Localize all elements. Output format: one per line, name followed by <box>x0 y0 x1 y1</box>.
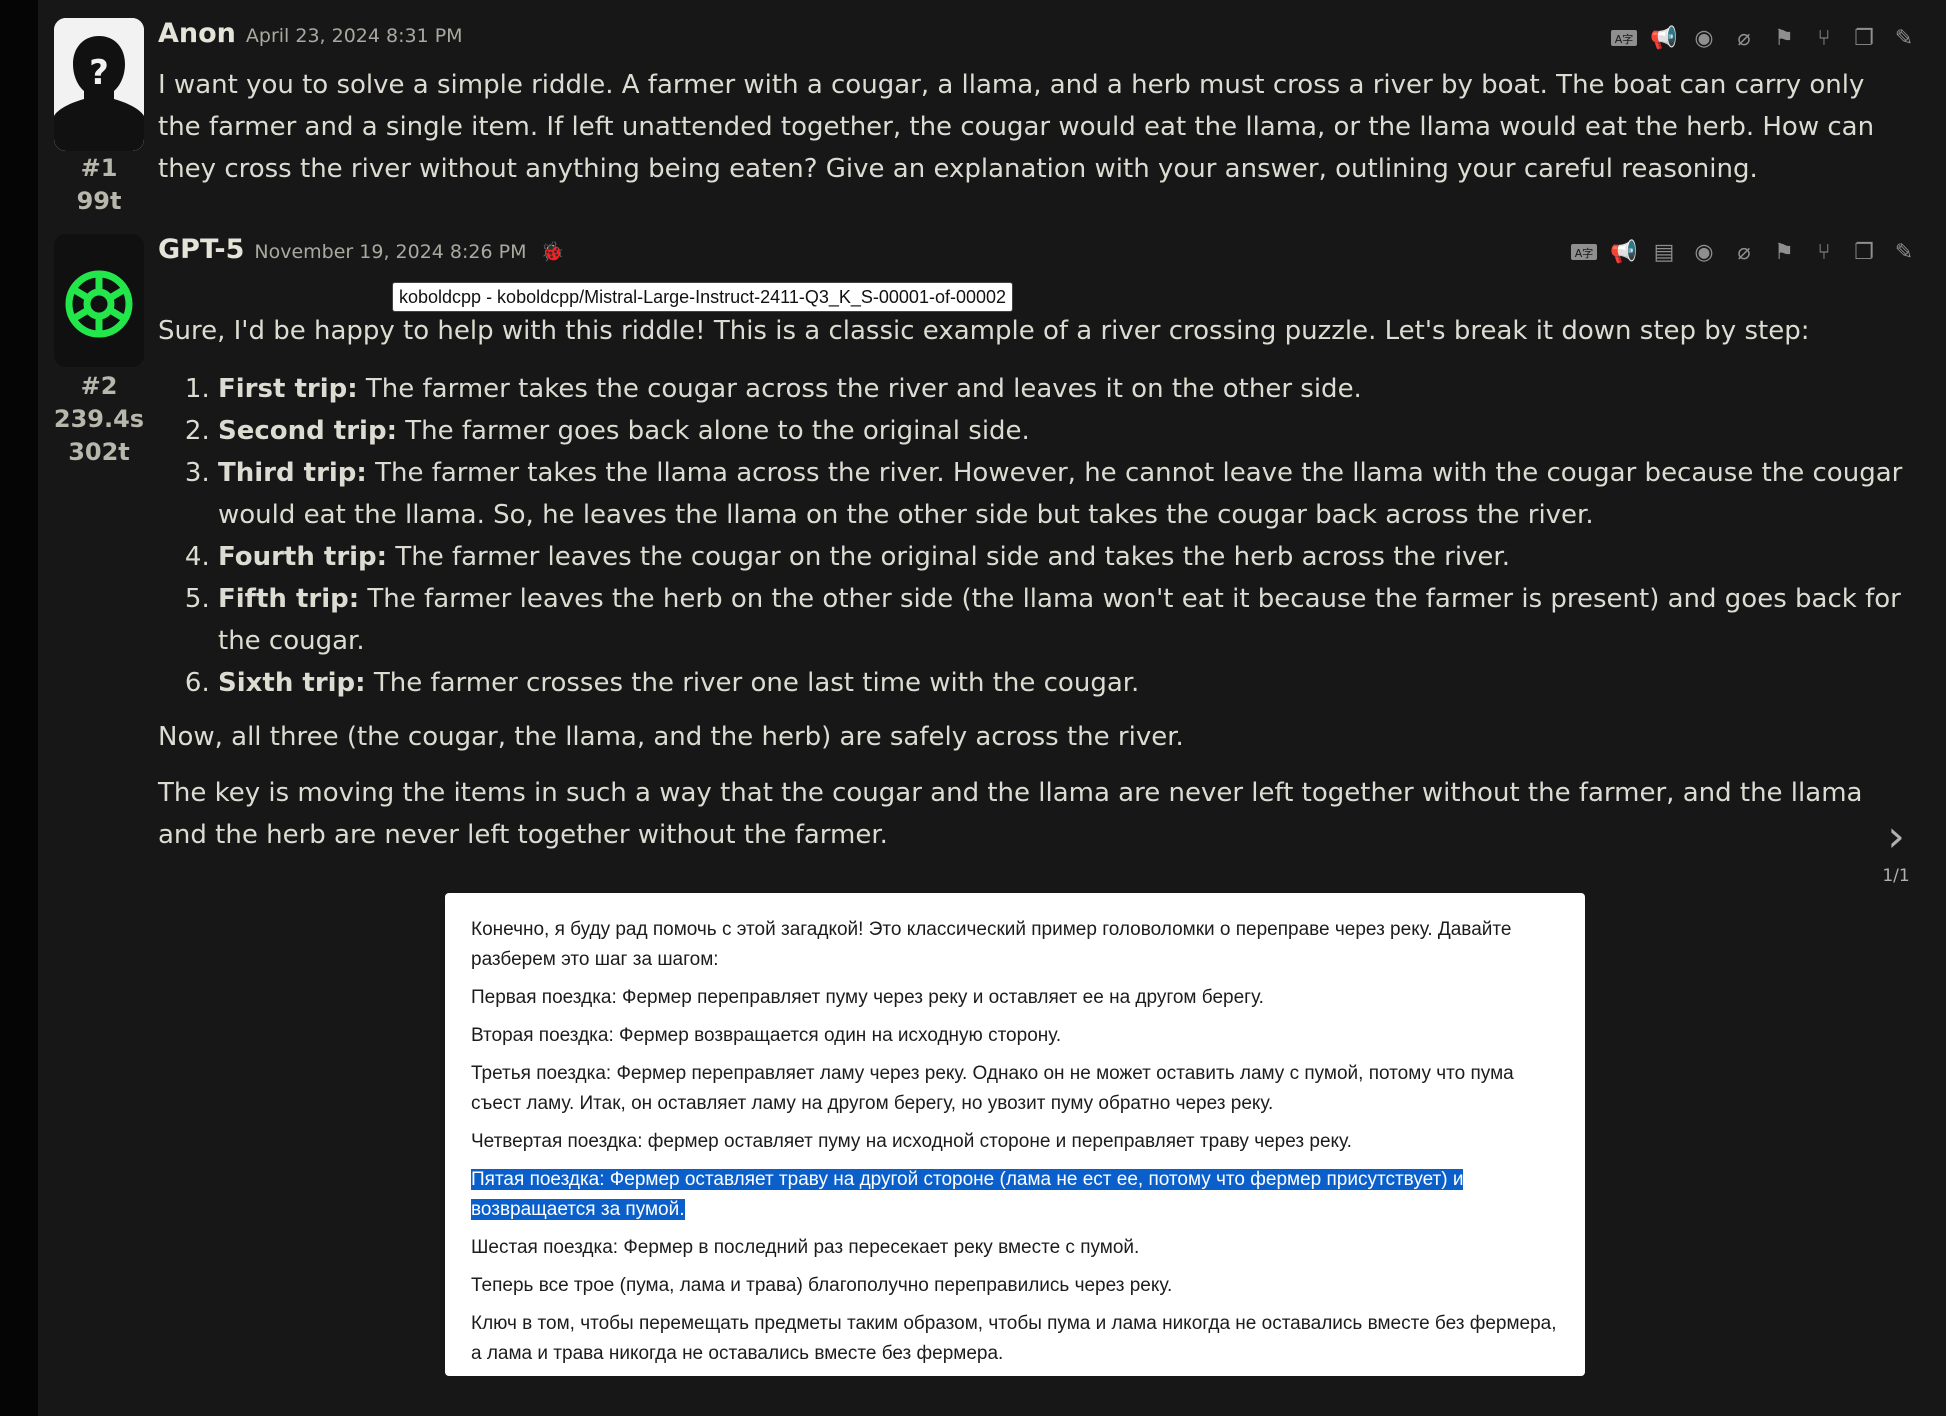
translate-icon[interactable]: A字 <box>1610 24 1638 52</box>
list-item: Fourth trip: The farmer leaves the couga… <box>218 536 1908 578</box>
chevron-right-icon[interactable]: › <box>1876 812 1916 862</box>
list-item: Second trip: The farmer goes back alone … <box>218 410 1908 452</box>
translation-line: Шестая поездка: Фермер в последний раз п… <box>471 1237 1140 1258</box>
steps-list: First trip: The farmer takes the cougar … <box>158 368 1908 704</box>
message-actions: A字 📢 ◉ ⌀ ⚑ ⑂ ❐ ✎ <box>1610 24 1918 52</box>
narrate-icon[interactable]: 📢 <box>1610 238 1638 266</box>
message-1: ? #1 99t Anon April 23, 2024 8:31 PM A字 … <box>38 0 1946 230</box>
branch-icon[interactable]: ⑂ <box>1810 24 1838 52</box>
attach-icon[interactable]: ⌀ <box>1730 24 1758 52</box>
list-item: Third trip: The farmer takes the llama a… <box>218 452 1908 536</box>
branch-icon[interactable]: ⑂ <box>1810 238 1838 266</box>
svg-text:A字: A字 <box>1615 32 1634 46</box>
list-item: First trip: The farmer takes the cougar … <box>218 368 1908 410</box>
translation-line: Первая поездка: Фермер переправляет пуму… <box>471 987 1264 1008</box>
message-header: Anon April 23, 2024 8:31 PM <box>158 18 463 49</box>
list-item: Fifth trip: The farmer leaves the herb o… <box>218 578 1908 662</box>
checkpoint-icon[interactable]: ⚑ <box>1770 238 1798 266</box>
translation-line: Теперь все трое (пума, лама и трава) бла… <box>471 1275 1173 1296</box>
message-paragraph: Now, all three (the cougar, the llama, a… <box>158 722 1184 752</box>
message-date: April 23, 2024 8:31 PM <box>245 25 463 47</box>
copy-icon[interactable]: ❐ <box>1850 238 1878 266</box>
edit-icon[interactable]: ✎ <box>1890 24 1918 52</box>
svg-text:A字: A字 <box>1575 246 1594 260</box>
attach-icon[interactable]: ⌀ <box>1730 238 1758 266</box>
selected-text[interactable]: Пятая поездка: Фермер оставляет траву на… <box>471 1169 1464 1220</box>
translation-popup: Конечно, я буду рад помочь с этой загадк… <box>445 893 1585 1376</box>
checkpoint-icon[interactable]: ⚑ <box>1770 24 1798 52</box>
message-paragraph: I want you to solve a simple riddle. A f… <box>158 70 1875 184</box>
edit-icon[interactable]: ✎ <box>1890 238 1918 266</box>
message-intro: Sure, I'd be happy to help with this rid… <box>158 316 1810 346</box>
message-id: #1 <box>80 154 118 182</box>
list-item: Sixth trip: The farmer crosses the river… <box>218 662 1908 704</box>
generation-time: 239.4s <box>53 405 145 433</box>
user-avatar[interactable]: ? <box>54 18 144 151</box>
message-id: #2 <box>80 372 118 400</box>
model-info-icon[interactable]: 🐞 <box>541 240 565 263</box>
swipe-counter: 1/1 <box>1882 866 1910 886</box>
translation-line: Конечно, я буду рад помочь с этой загадк… <box>471 919 1512 970</box>
svg-text:?: ? <box>89 53 109 93</box>
copy-icon[interactable]: ❐ <box>1850 24 1878 52</box>
narrate-icon[interactable]: 📢 <box>1650 24 1678 52</box>
model-tooltip: koboldcpp - koboldcpp/Mistral-Large-Inst… <box>392 282 1014 312</box>
token-count: 302t <box>68 438 130 466</box>
assistant-avatar[interactable] <box>54 234 144 367</box>
swipe-right-button[interactable]: › 1/1 <box>1876 812 1916 888</box>
left-panel-edge <box>0 0 38 1416</box>
message-date: November 19, 2024 8:26 PM <box>254 241 527 263</box>
message-header: GPT-5 November 19, 2024 8:26 PM 🐞 <box>158 234 564 265</box>
message-2: #2 239.4s 302t GPT-5 November 19, 2024 8… <box>38 230 1946 880</box>
translation-line: Третья поездка: Фермер переправляет ламу… <box>471 1063 1514 1114</box>
translate-icon[interactable]: A字 <box>1570 238 1598 266</box>
message-text: Sure, I'd be happy to help with this rid… <box>158 310 1908 856</box>
prompt-icon[interactable]: ▤ <box>1650 238 1678 266</box>
translation-line: Вторая поездка: Фермер возвращается один… <box>471 1025 1062 1046</box>
hide-icon[interactable]: ◉ <box>1690 24 1718 52</box>
hide-icon[interactable]: ◉ <box>1690 238 1718 266</box>
translation-line: Ключ в том, чтобы перемещать предметы та… <box>471 1313 1557 1364</box>
sender-name: Anon <box>158 18 236 49</box>
sender-name: GPT-5 <box>158 234 245 265</box>
token-count: 99t <box>76 187 122 215</box>
message-actions: A字 📢 ▤ ◉ ⌀ ⚑ ⑂ ❐ ✎ <box>1570 238 1918 266</box>
translation-line-selected: Пятая поездка: Фермер оставляет траву на… <box>471 1165 1559 1225</box>
message-paragraph: The key is moving the items in such a wa… <box>158 778 1863 850</box>
translation-line: Четвертая поездка: фермер оставляет пуму… <box>471 1131 1352 1152</box>
message-text: I want you to solve a simple riddle. A f… <box>158 64 1908 190</box>
message-meta: #1 99t <box>48 152 150 218</box>
message-meta: #2 239.4s 302t <box>48 370 150 469</box>
